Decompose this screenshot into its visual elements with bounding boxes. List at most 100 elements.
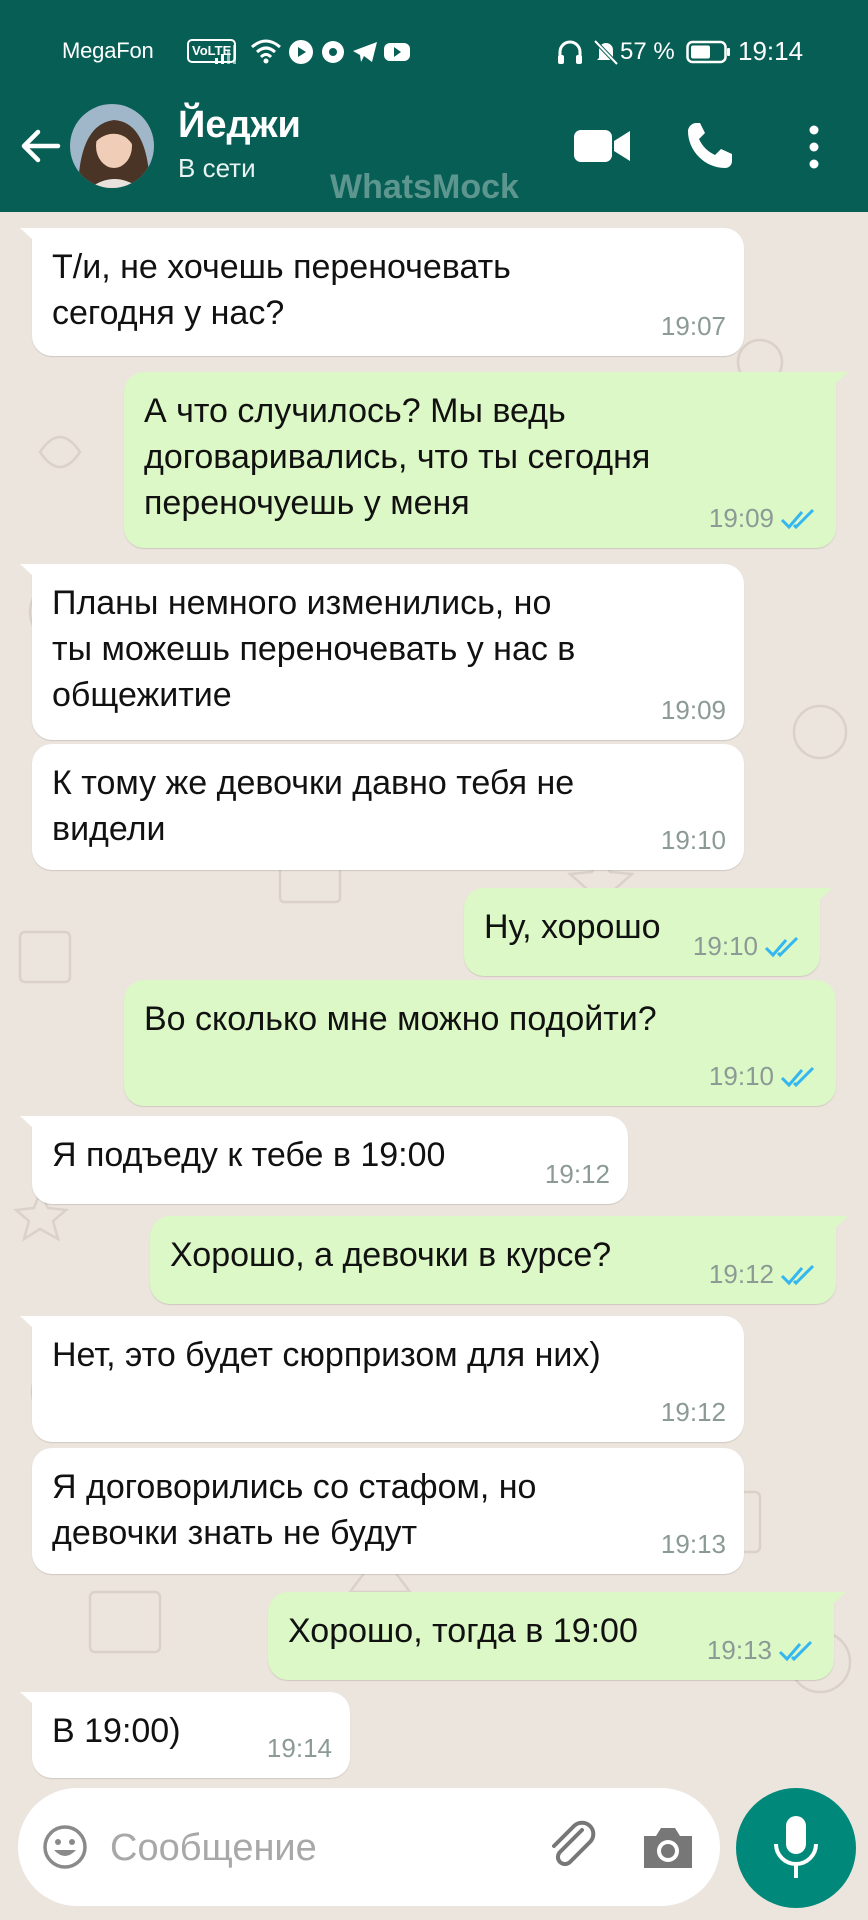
message-time: 19:09 (660, 695, 726, 725)
more-options-icon[interactable] (800, 122, 828, 172)
message-text: Я договорились со стафом, но девочки знат… (52, 1464, 536, 1556)
camera-icon[interactable] (640, 1822, 696, 1872)
message-composer (18, 1788, 720, 1906)
chat-header: MegaFon VoLTE 57 % 19:14 Йеджи В сети Wh… (0, 0, 868, 212)
outgoing-message[interactable]: Ну, хорошо 19:10 (464, 888, 832, 976)
incoming-message[interactable]: Нет, это будет сюрпризом для них) 19:12 (20, 1316, 744, 1442)
outgoing-message[interactable]: Во сколько мне можно подойти? 19:10 (124, 980, 836, 1106)
mic-button[interactable] (736, 1788, 856, 1908)
message-text: Хорошо, а девочки в курсе? (170, 1232, 611, 1278)
message-meta: 19:14 (267, 1733, 332, 1764)
message-time: 19:12 (660, 1397, 726, 1427)
double-check-icon (778, 1640, 813, 1661)
phone-call-icon[interactable] (684, 120, 734, 172)
message-meta: 19:10 (709, 1061, 818, 1092)
avatar[interactable] (70, 104, 154, 188)
message-line: Нет, это будет сюрпризом для них) (52, 1336, 601, 1374)
microphone-icon (774, 1816, 818, 1878)
message-time: 19:09 (708, 503, 774, 533)
message-line: Я договорились со стафом, но (52, 1468, 537, 1506)
message-text: Т/и, не хочешь переночевать сегодня у нас… (52, 244, 511, 336)
double-check-icon (780, 1264, 815, 1285)
incoming-message[interactable]: Я договорились со стафом, но девочки знат… (32, 1448, 744, 1574)
battery-icon (686, 40, 730, 64)
bubble-tail (20, 1692, 44, 1714)
message-line: девочки знать не будут (52, 1514, 418, 1552)
message-line: Хорошо, тогда в 19:00 (288, 1612, 638, 1650)
bubble-tail (20, 1316, 44, 1338)
bubble-tail (808, 888, 832, 910)
double-check-icon (780, 508, 815, 529)
message-line: видели (52, 810, 166, 848)
carrier-name: MegaFon (62, 38, 154, 63)
message-text: К тому же девочки давно тебя не видели (52, 760, 574, 852)
bubble-tail (20, 1116, 44, 1138)
message-line: Ну, хорошо (484, 908, 661, 946)
bubble-tail (824, 372, 848, 394)
bubble-tail (822, 1592, 846, 1614)
message-meta: 19:12 (545, 1159, 610, 1190)
chat-area[interactable]: Т/и, не хочешь переночевать сегодня у нас… (0, 212, 868, 1780)
message-text: Планы немного изменились, но ты можешь пе… (52, 580, 575, 718)
message-line: ты можешь переночевать у нас в (52, 630, 576, 668)
message-line: Во сколько мне можно подойти? (144, 1000, 657, 1038)
message-text: В 19:00) (52, 1708, 181, 1754)
message-meta: 19:09 (709, 503, 818, 534)
message-line: А что случилось? Мы ведь (144, 392, 566, 430)
watermark: WhatsMock (330, 168, 519, 206)
youtube-icon (384, 43, 410, 61)
message-time: 19:10 (660, 825, 726, 855)
contact-status: В сети (178, 153, 256, 183)
message-time: 19:12 (544, 1159, 610, 1189)
message-input[interactable] (108, 1820, 532, 1876)
double-check-icon (780, 1066, 815, 1087)
message-time: 19:13 (660, 1529, 726, 1559)
message-time: 19:10 (692, 931, 758, 961)
attach-clip-icon[interactable] (546, 1818, 602, 1874)
message-meta: 19:09 (661, 695, 726, 726)
outgoing-message[interactable]: Хорошо, а девочки в курсе? 19:12 (150, 1216, 848, 1304)
back-arrow-icon[interactable] (18, 124, 62, 168)
contact-name[interactable]: Йеджи (178, 104, 301, 147)
video-call-icon[interactable] (572, 124, 632, 168)
message-text: Хорошо, тогда в 19:00 (288, 1608, 638, 1654)
message-line: Я подъеду к тебе в 19:00 (52, 1136, 446, 1174)
wifi-icon (251, 39, 281, 64)
outgoing-message[interactable]: Хорошо, тогда в 19:00 19:13 (268, 1592, 846, 1680)
incoming-message[interactable]: Т/и, не хочешь переночевать сегодня у нас… (20, 228, 744, 356)
incoming-message[interactable]: К тому же девочки давно тебя не видели 19:… (32, 744, 744, 870)
message-meta: 19:13 (661, 1529, 726, 1560)
status-time: 19:14 (738, 36, 804, 66)
bell-muted-icon (593, 39, 619, 66)
message-line: переночуешь у меня (144, 484, 470, 522)
incoming-message[interactable]: Планы немного изменились, но ты можешь пе… (20, 564, 744, 740)
message-text: Во сколько мне можно подойти? (144, 996, 657, 1042)
message-time: 19:12 (708, 1259, 774, 1289)
bubble-tail (824, 1216, 848, 1238)
telegram-icon (353, 42, 377, 62)
incoming-message[interactable]: Я подъеду к тебе в 19:00 19:12 (20, 1116, 628, 1204)
circle-app-icon (322, 41, 344, 63)
battery-percent: 57 % (620, 38, 675, 65)
bubble-tail (20, 564, 44, 586)
incoming-message[interactable]: В 19:00) 19:14 (20, 1692, 350, 1778)
signal-icon (215, 45, 236, 64)
emoji-icon[interactable] (40, 1822, 90, 1872)
message-line: договаривались, что ты сегодня (144, 438, 651, 476)
message-line: Планы немного изменились, но (52, 584, 552, 622)
message-meta: 19:13 (707, 1635, 816, 1666)
message-line: Хорошо, а девочки в курсе? (170, 1236, 612, 1274)
youtube-icon (289, 40, 313, 64)
message-line: Т/и, не хочешь переночевать (52, 248, 511, 286)
message-meta: 19:10 (661, 825, 726, 856)
outgoing-message[interactable]: А что случилось? Мы ведь договаривались, … (124, 372, 848, 548)
message-line: В 19:00) (52, 1712, 181, 1750)
message-meta: 19:12 (709, 1259, 818, 1290)
message-time: 19:14 (266, 1733, 332, 1763)
message-meta: 19:07 (661, 311, 726, 342)
message-text: Ну, хорошо (484, 904, 661, 950)
message-text: Нет, это будет сюрпризом для них) (52, 1332, 601, 1378)
message-line: К тому же девочки давно тебя не (52, 764, 575, 802)
message-text: А что случилось? Мы ведь договаривались, … (144, 388, 650, 526)
message-time: 19:10 (708, 1061, 774, 1091)
